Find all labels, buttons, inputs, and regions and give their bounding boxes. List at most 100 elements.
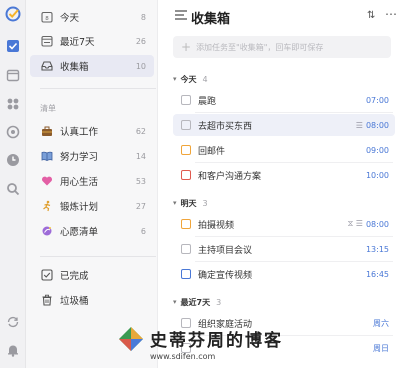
sidebar-item-trash[interactable]: 垃圾桶 (30, 289, 154, 311)
task-panel: 收集箱 ⇅ ⋯ + 添加任务至"收集箱"，回车即可保存 ▾ 今天 4 晨跑 07… (159, 0, 400, 368)
grid-icon[interactable] (5, 96, 21, 112)
trash-icon (40, 293, 54, 307)
sidebar-item-count: 27 (135, 201, 146, 211)
task-row[interactable]: 回邮件 09:00 (173, 139, 395, 161)
section-header-next-7-days[interactable]: ▾ 最近7天 3 (173, 295, 221, 309)
task-time: 10:00 (365, 170, 389, 180)
task-title: 去超市买东西 (198, 121, 253, 132)
section-name: 明天 (180, 198, 197, 208)
wish-icon (40, 224, 54, 238)
task-time: 周日 (373, 343, 389, 353)
sidebar-item-count: 6 (140, 226, 146, 236)
task-title: 拍摄视频 (198, 220, 235, 231)
sidebar-item-count: 62 (135, 126, 146, 136)
more-options-icon[interactable]: ⋯ (385, 7, 397, 21)
add-task-placeholder: 添加任务至"收集箱"，回车即可保存 (196, 42, 324, 52)
sidebar-item-count: 10 (135, 61, 146, 71)
check-square-icon (40, 268, 54, 282)
sidebar-item-count: 8 (140, 12, 146, 22)
icon-rail (0, 0, 26, 368)
sort-icon[interactable]: ⇅ (367, 10, 375, 21)
task-checkbox[interactable] (181, 95, 191, 105)
sidebar-item-exercise[interactable]: 锻炼计划 27 (30, 195, 154, 217)
row-divider (195, 261, 393, 262)
task-row[interactable]: 确定宣传视频 16:45 (173, 263, 395, 285)
task-checkbox[interactable] (181, 170, 191, 180)
checkbox-icon[interactable] (5, 38, 21, 54)
row-divider (195, 162, 393, 163)
task-checkbox[interactable] (181, 219, 191, 229)
calendar-week-icon (40, 34, 54, 48)
sidebar-divider (40, 256, 156, 257)
chevron-down-icon: ▾ (173, 298, 177, 306)
calendar-today-icon: 8 (40, 10, 54, 24)
sidebar-item-life[interactable]: 用心生活 53 (30, 170, 154, 192)
sidebar-item-next-7-days[interactable]: 最近7天 26 (30, 30, 154, 52)
sidebar-item-label: 用心生活 (60, 177, 99, 188)
plus-icon: + (181, 40, 192, 54)
chevron-down-icon: ▾ (173, 75, 177, 83)
sidebar-divider (40, 88, 156, 89)
sidebar-item-count: 53 (135, 176, 146, 186)
section-header-tomorrow[interactable]: ▾ 明天 3 (173, 196, 208, 210)
section-header-today[interactable]: ▾ 今天 4 (173, 72, 208, 86)
search-icon[interactable] (5, 181, 21, 197)
calendar-icon[interactable] (5, 67, 21, 83)
task-title: 主持项目会议 (198, 245, 253, 256)
sidebar-item-count: 26 (135, 36, 146, 46)
sidebar-item-label: 已完成 (60, 271, 89, 282)
row-divider (195, 112, 393, 113)
sidebar-item-label: 心愿清单 (60, 227, 99, 238)
target-icon[interactable] (5, 124, 21, 140)
task-checkbox[interactable] (181, 145, 191, 155)
inbox-icon (40, 59, 54, 73)
task-row[interactable]: 去超市买东西 ☰ 08:00 (173, 114, 395, 136)
sidebar-item-count: 14 (135, 151, 146, 161)
task-row[interactable]: 拍摄视频 ⧖ ☰ 08:00 (173, 213, 395, 235)
task-time: 13:15 (365, 244, 389, 254)
sidebar-item-wishlist[interactable]: 心愿清单 6 (30, 220, 154, 242)
bell-icon[interactable] (5, 342, 21, 358)
sidebar: 8 今天 8 最近7天 26 收集箱 10 清单 认真工作 62 努力学习 14 (26, 0, 158, 368)
sidebar-item-label: 收集箱 (60, 62, 89, 73)
add-task-input[interactable]: + 添加任务至"收集箱"，回车即可保存 (173, 36, 391, 58)
task-title: 确定宣传视频 (198, 270, 253, 281)
section-name: 今天 (180, 74, 197, 84)
task-checkbox[interactable] (181, 269, 191, 279)
task-time: 09:00 (365, 145, 389, 155)
svg-text:8: 8 (45, 16, 49, 22)
task-time: 周六 (373, 318, 389, 328)
sidebar-item-label: 锻炼计划 (60, 202, 99, 213)
task-title: 和客户沟通方案 (198, 171, 262, 182)
watermark-url: www.sdifen.com (150, 352, 216, 361)
watermark-title: 史蒂芬周的博客 (150, 331, 283, 351)
sync-icon[interactable] (5, 314, 21, 330)
briefcase-icon (40, 124, 54, 138)
subtask-note-icon: ⧖ ☰ (347, 219, 363, 228)
watermark: 史蒂芬周的博客 www.sdifen.com (118, 322, 308, 368)
sidebar-item-completed[interactable]: 已完成 (30, 264, 154, 286)
task-time: 08:00 (365, 120, 389, 130)
task-checkbox[interactable] (181, 120, 191, 130)
runner-icon (40, 199, 54, 213)
section-name: 最近7天 (180, 297, 211, 307)
task-row[interactable]: 和客户沟通方案 10:00 (173, 164, 395, 186)
app-logo-icon[interactable] (5, 6, 21, 22)
sidebar-item-work[interactable]: 认真工作 62 (30, 120, 154, 142)
sidebar-item-study[interactable]: 努力学习 14 (30, 145, 154, 167)
section-count: 4 (202, 74, 208, 84)
lists-header: 清单 (40, 104, 56, 113)
task-row[interactable]: 晨跑 07:00 (173, 89, 395, 111)
row-divider (195, 236, 393, 237)
book-icon (40, 149, 54, 163)
task-time: 07:00 (365, 95, 389, 105)
clock-icon[interactable] (5, 152, 21, 168)
sidebar-item-today[interactable]: 8 今天 8 (30, 6, 154, 28)
task-row[interactable]: 主持项目会议 13:15 (173, 238, 395, 260)
task-checkbox[interactable] (181, 244, 191, 254)
sidebar-item-label: 今天 (60, 13, 80, 24)
sidebar-item-inbox[interactable]: 收集箱 10 (30, 55, 154, 77)
sidebar-item-label: 垃圾桶 (60, 296, 89, 307)
menu-toggle-icon[interactable] (175, 10, 187, 23)
task-title: 回邮件 (198, 146, 226, 157)
